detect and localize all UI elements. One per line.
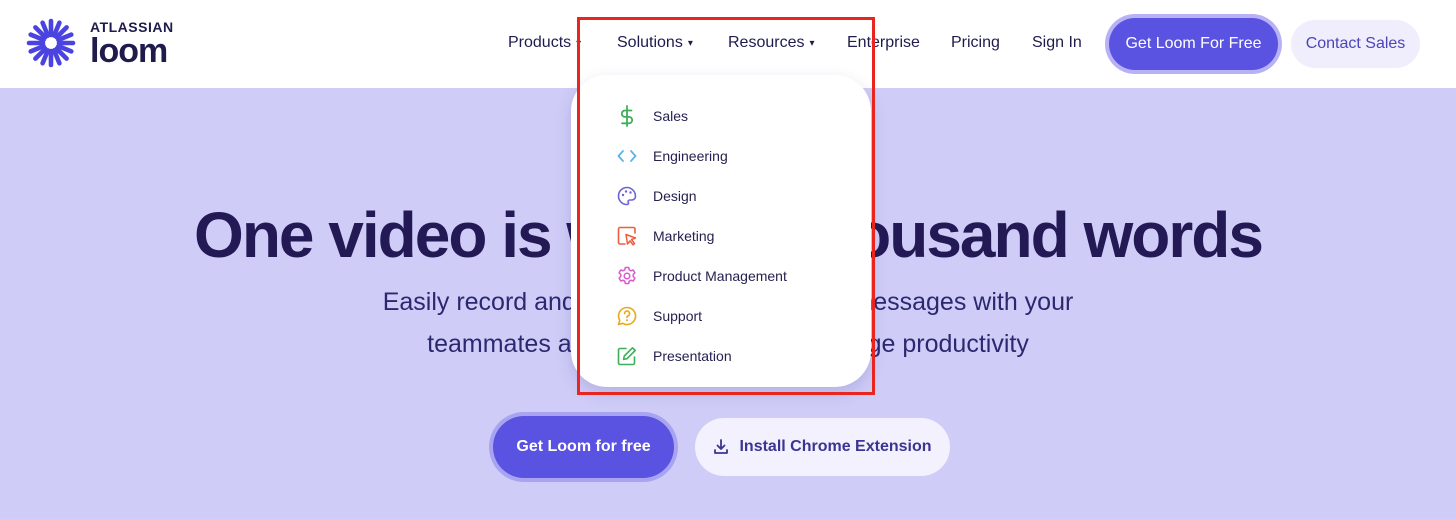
palette-icon [616, 185, 638, 207]
menu-item-product-management[interactable]: Product Management [616, 264, 787, 288]
menu-item-design[interactable]: Design [616, 184, 697, 208]
code-icon [616, 145, 638, 167]
cursor-click-icon [616, 225, 638, 247]
nav-solutions[interactable]: Solutions ▾ [617, 34, 693, 52]
menu-item-support-label: Support [653, 308, 703, 324]
nav-sign-in[interactable]: Sign In [1032, 34, 1082, 52]
install-chrome-extension-button[interactable]: Install Chrome Extension [695, 418, 950, 476]
menu-item-product-management-label: Product Management [653, 268, 787, 284]
menu-item-sales-label: Sales [653, 108, 689, 124]
menu-item-presentation[interactable]: Presentation [616, 344, 732, 368]
nav-products[interactable]: Products ▾ [508, 34, 581, 52]
menu-item-design-label: Design [653, 188, 697, 204]
menu-item-presentation-label: Presentation [653, 348, 732, 364]
solutions-dropdown-menu: Sales Engineering Design Marketing Produ… [571, 75, 871, 387]
menu-item-engineering[interactable]: Engineering [616, 144, 728, 168]
logo-wordmark: ATLASSIAN loom [90, 18, 174, 68]
loom-starburst-icon [26, 18, 76, 68]
nav-resources[interactable]: Resources ▾ [728, 34, 815, 52]
menu-item-engineering-label: Engineering [653, 148, 728, 164]
nav-resources-label: Resources [728, 34, 805, 51]
hero-get-loom-button[interactable]: Get Loom for free [493, 416, 674, 478]
loom-logo[interactable]: ATLASSIAN loom [26, 18, 174, 68]
install-chrome-extension-label: Install Chrome Extension [739, 438, 932, 455]
menu-item-marketing[interactable]: Marketing [616, 224, 714, 248]
menu-item-marketing-label: Marketing [653, 228, 715, 244]
chevron-down-icon: ▾ [576, 38, 582, 49]
nav-pricing[interactable]: Pricing [951, 34, 1000, 52]
nav-products-label: Products [508, 34, 572, 51]
gear-icon [616, 265, 638, 287]
download-icon [714, 439, 729, 454]
nav-enterprise[interactable]: Enterprise [847, 34, 920, 52]
contact-sales-button[interactable]: Contact Sales [1291, 20, 1420, 68]
get-loom-free-button[interactable]: Get Loom For Free [1109, 18, 1278, 70]
menu-item-sales[interactable]: Sales [616, 104, 688, 128]
nav-solutions-label: Solutions [617, 34, 683, 51]
menu-item-support[interactable]: Support [616, 304, 702, 328]
question-bubble-icon [616, 305, 638, 327]
chevron-down-icon: ▾ [809, 38, 815, 49]
chevron-down-icon: ▾ [687, 38, 693, 49]
edit-square-icon [616, 345, 638, 367]
logo-loom-text: loom [90, 32, 168, 70]
dollar-icon [616, 105, 638, 127]
